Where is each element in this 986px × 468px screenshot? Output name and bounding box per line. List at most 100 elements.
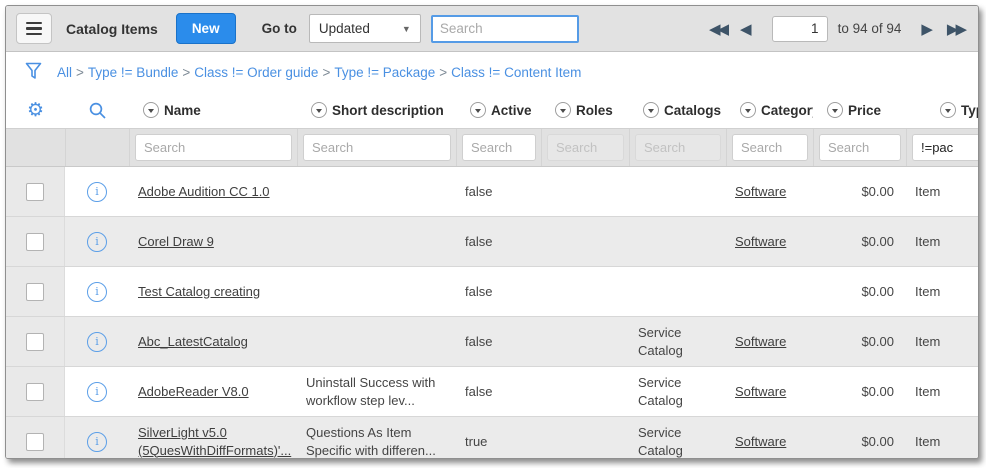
page-title: Catalog Items bbox=[66, 21, 158, 37]
pagination: ◀◀ ◀ to 94 of 94 ▶ ▶▶ bbox=[705, 16, 968, 42]
price-value: $0.00 bbox=[813, 167, 906, 216]
column-search-input[interactable] bbox=[819, 134, 901, 161]
breadcrumb-separator: > bbox=[182, 65, 190, 80]
last-page-button[interactable]: ▶▶ bbox=[943, 18, 968, 40]
filter-cell bbox=[813, 129, 906, 166]
column-menu-icon bbox=[555, 102, 571, 118]
previous-page-button[interactable]: ◀ bbox=[736, 18, 756, 40]
column-header[interactable]: Category bbox=[726, 102, 813, 118]
first-page-button[interactable]: ◀◀ bbox=[705, 18, 730, 40]
search-icon[interactable] bbox=[88, 101, 107, 120]
type-value: Item bbox=[906, 217, 979, 266]
personalize-list-cell: ⚙ bbox=[6, 92, 65, 128]
column-header[interactable]: Price bbox=[813, 102, 906, 118]
category-link[interactable]: Software bbox=[735, 183, 786, 201]
roles-value bbox=[541, 367, 629, 416]
column-search-input[interactable] bbox=[912, 134, 979, 161]
row-checkbox[interactable] bbox=[26, 233, 44, 251]
short-description-value bbox=[297, 167, 456, 216]
row-checkbox[interactable] bbox=[26, 383, 44, 401]
table-row: i Adobe Audition CC 1.0 false Software $… bbox=[6, 167, 978, 217]
pagination-range-text: to 94 of 94 bbox=[838, 21, 902, 36]
price-value: $0.00 bbox=[813, 317, 906, 366]
info-icon[interactable]: i bbox=[87, 332, 107, 352]
column-header[interactable]: Short description bbox=[297, 102, 456, 118]
category-link[interactable]: Software bbox=[735, 433, 786, 451]
page-number-input[interactable] bbox=[772, 16, 828, 42]
item-name-link[interactable]: Test Catalog creating bbox=[138, 283, 260, 301]
column-header[interactable]: Type bbox=[906, 102, 979, 118]
row-select-cell bbox=[6, 267, 65, 316]
item-name-link[interactable]: Adobe Audition CC 1.0 bbox=[138, 183, 270, 201]
goto-field-select[interactable]: Updated ▼ bbox=[309, 14, 421, 43]
breadcrumb: All > Type != Bundle > Class != Order guide >… bbox=[57, 65, 581, 80]
filter-cell bbox=[456, 129, 541, 166]
column-filter-row bbox=[6, 129, 978, 167]
breadcrumb-separator: > bbox=[439, 65, 447, 80]
column-search-toggle-cell bbox=[65, 92, 129, 128]
row-preview-cell: i bbox=[65, 317, 129, 366]
category-link[interactable]: Software bbox=[735, 333, 786, 351]
row-select-cell bbox=[6, 367, 65, 416]
category-link[interactable]: Software bbox=[735, 233, 786, 251]
column-menu-icon bbox=[740, 102, 756, 118]
breadcrumb-link[interactable]: Class != Order guide bbox=[194, 65, 318, 80]
table-row: i AdobeReader V8.0 Uninstall Success wit… bbox=[6, 367, 978, 417]
table-row: i Abc_LatestCatalog false Service Catalo… bbox=[6, 317, 978, 367]
column-header[interactable]: Catalogs bbox=[629, 102, 726, 118]
info-icon[interactable]: i bbox=[87, 182, 107, 202]
info-icon[interactable]: i bbox=[87, 232, 107, 252]
column-header-label: Category bbox=[761, 103, 813, 118]
column-search-input[interactable] bbox=[303, 134, 451, 161]
roles-value bbox=[541, 267, 629, 316]
list-context-menu-button[interactable] bbox=[16, 13, 52, 44]
row-checkbox[interactable] bbox=[26, 183, 44, 201]
short-description-value bbox=[297, 217, 456, 266]
gear-icon[interactable]: ⚙ bbox=[27, 101, 44, 120]
info-icon[interactable]: i bbox=[87, 432, 107, 452]
price-value: $0.00 bbox=[813, 267, 906, 316]
info-icon[interactable]: i bbox=[87, 282, 107, 302]
item-name-link[interactable]: Abc_LatestCatalog bbox=[138, 333, 248, 351]
breadcrumb-separator: > bbox=[322, 65, 330, 80]
table-row: i Test Catalog creating false $0.00 Item bbox=[6, 267, 978, 317]
column-menu-icon bbox=[143, 102, 159, 118]
breadcrumb-link[interactable]: Type != Package bbox=[334, 65, 435, 80]
type-value: Item bbox=[906, 367, 979, 416]
next-page-button[interactable]: ▶ bbox=[917, 18, 937, 40]
column-header[interactable]: Roles bbox=[541, 102, 629, 118]
type-value: Item bbox=[906, 317, 979, 366]
short-description-value: Uninstall Success with workflow step lev… bbox=[297, 367, 456, 416]
active-value: false bbox=[456, 167, 541, 216]
row-checkbox[interactable] bbox=[26, 333, 44, 351]
filter-cell bbox=[541, 129, 629, 166]
goto-selected-value: Updated bbox=[319, 21, 370, 36]
breadcrumb-link[interactable]: Type != Bundle bbox=[88, 65, 178, 80]
catalogs-value bbox=[629, 167, 726, 216]
roles-value bbox=[541, 167, 629, 216]
row-preview-cell: i bbox=[65, 167, 129, 216]
breadcrumb-link[interactable]: Class != Content Item bbox=[451, 65, 581, 80]
column-header[interactable]: Active bbox=[456, 102, 541, 118]
breadcrumb-link[interactable]: All bbox=[57, 65, 72, 80]
hamburger-icon bbox=[26, 22, 42, 25]
info-icon[interactable]: i bbox=[87, 382, 107, 402]
row-checkbox[interactable] bbox=[26, 283, 44, 301]
column-header[interactable]: Name bbox=[129, 102, 297, 118]
item-name-link[interactable]: SilverLight v5.0 (5QuesWithDiffFormats)'… bbox=[138, 424, 297, 459]
column-header-label: Type bbox=[961, 103, 979, 118]
new-button[interactable]: New bbox=[176, 13, 236, 44]
item-name-link[interactable]: Corel Draw 9 bbox=[138, 233, 214, 251]
filter-funnel-icon[interactable] bbox=[24, 61, 43, 83]
price-value: $0.00 bbox=[813, 367, 906, 416]
column-search-input[interactable] bbox=[732, 134, 808, 161]
column-search-input[interactable] bbox=[462, 134, 536, 161]
column-search-input[interactable] bbox=[135, 134, 292, 161]
row-preview-cell: i bbox=[65, 367, 129, 416]
row-checkbox[interactable] bbox=[26, 433, 44, 451]
short-description-value bbox=[297, 267, 456, 316]
column-header-label: Name bbox=[164, 103, 201, 118]
list-search-input[interactable] bbox=[431, 15, 579, 43]
item-name-link[interactable]: AdobeReader V8.0 bbox=[138, 383, 249, 401]
category-link[interactable]: Software bbox=[735, 383, 786, 401]
